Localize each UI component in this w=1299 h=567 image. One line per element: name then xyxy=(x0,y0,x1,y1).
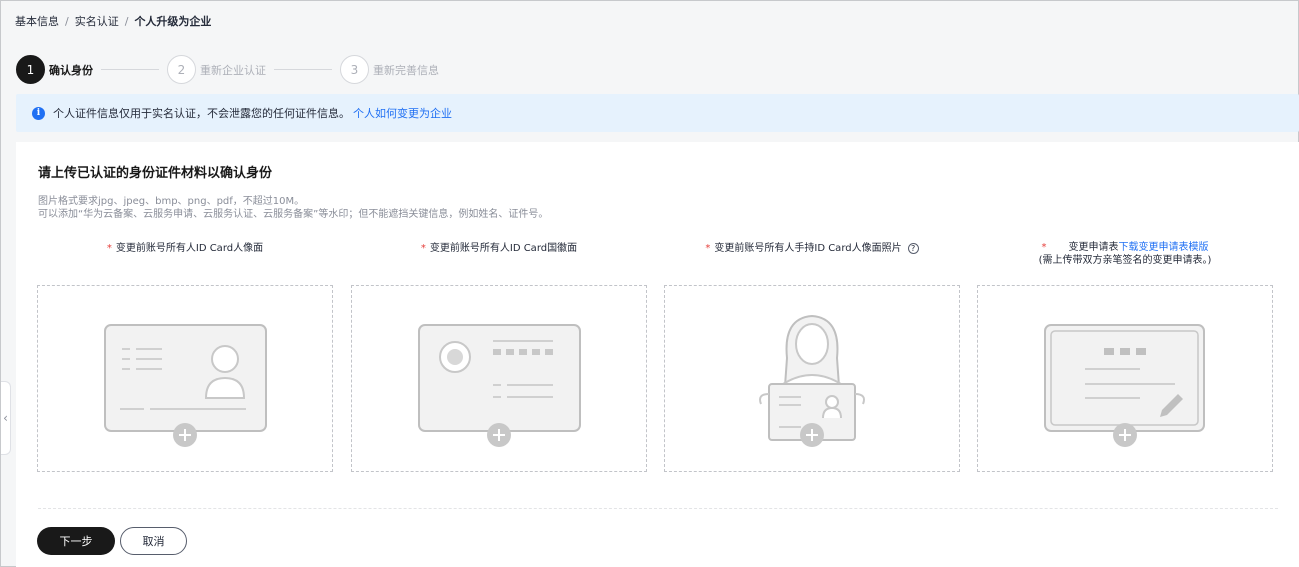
step-connector xyxy=(274,69,332,70)
step-label: 确认身份 xyxy=(49,63,93,77)
back-label-text: 变更前账号所有人ID Card国徽面 xyxy=(429,243,578,254)
step-3: 3 重新完善信息 xyxy=(340,55,439,84)
cancel-button[interactable]: 取消 xyxy=(120,527,187,555)
id-card-back-icon xyxy=(418,324,581,447)
hint-line: 图片格式要求jpg、jpeg、bmp、png、pdf，不超过10M。 xyxy=(38,196,305,207)
step-label: 重新企业认证 xyxy=(200,63,266,77)
handheld-label-text: 变更前账号所有人手持ID Card人像面照片 xyxy=(714,243,902,254)
breadcrumb-separator: / xyxy=(65,14,69,28)
next-button[interactable]: 下一步 xyxy=(37,527,115,555)
required-mark: * xyxy=(705,243,711,254)
upload-change-form[interactable] xyxy=(977,285,1273,472)
chevron-left-icon: ‹ xyxy=(3,411,8,425)
download-template-link[interactable]: 下载变更申请表模版 xyxy=(1119,242,1209,253)
form-label: * 变更申请表下载变更申请表模版 (需上传带双方亲笔签名的变更申请表。) xyxy=(977,241,1273,267)
document-icon xyxy=(1044,324,1205,447)
info-icon: i xyxy=(32,106,45,120)
divider xyxy=(38,508,1278,509)
front-label-text: 变更前账号所有人ID Card人像面 xyxy=(115,243,264,254)
step-connector xyxy=(101,69,159,70)
step-number: 3 xyxy=(340,55,369,84)
format-hint: 图片格式要求jpg、jpeg、bmp、png、pdf，不超过10M。 可以添加“… xyxy=(38,195,548,221)
step-1: 1 确认身份 xyxy=(16,55,93,84)
help-icon[interactable]: ? xyxy=(907,242,919,254)
form-label-text: 变更申请表 xyxy=(1068,242,1119,253)
upload-id-handheld[interactable] xyxy=(664,285,960,472)
required-mark: * xyxy=(420,243,426,254)
step-number: 2 xyxy=(167,55,196,84)
handheld-label: * 变更前账号所有人手持ID Card人像面照片? xyxy=(664,242,960,255)
step-2: 2 重新企业认证 xyxy=(167,55,266,84)
card-title: 请上传已认证的身份证件材料以确认身份 xyxy=(38,166,273,181)
breadcrumb-item-basic-info[interactable]: 基本信息 xyxy=(15,13,59,29)
step-label: 重新完善信息 xyxy=(373,63,439,77)
handheld-id-icon xyxy=(759,314,865,447)
upload-id-front[interactable] xyxy=(37,285,333,472)
upload-id-back[interactable] xyxy=(351,285,647,472)
required-mark: * xyxy=(1041,242,1047,253)
stepper: 1 确认身份 2 重新企业认证 3 重新完善信息 xyxy=(16,55,439,84)
breadcrumb: 基本信息 / 实名认证 / 个人升级为企业 xyxy=(15,13,211,29)
back-label: * 变更前账号所有人ID Card国徽面 xyxy=(351,242,647,255)
upload-card: 请上传已认证的身份证件材料以确认身份 图片格式要求jpg、jpeg、bmp、pn… xyxy=(16,142,1299,567)
id-card-front-icon xyxy=(104,324,267,447)
breadcrumb-item-current: 个人升级为企业 xyxy=(134,15,212,28)
step-number: 1 xyxy=(16,55,45,84)
front-label: * 变更前账号所有人ID Card人像面 xyxy=(37,242,333,255)
required-mark: * xyxy=(106,243,112,254)
notice-link[interactable]: 个人如何变更为企业 xyxy=(353,105,452,121)
breadcrumb-separator: / xyxy=(124,14,129,28)
notice-text: 个人证件信息仅用于实名认证，不会泄露您的任何证件信息。 xyxy=(53,107,350,120)
breadcrumb-item-realname[interactable]: 实名认证 xyxy=(75,13,119,29)
collapse-sidebar-handle[interactable]: ‹ xyxy=(1,381,11,455)
info-notice: i 个人证件信息仅用于实名认证，不会泄露您的任何证件信息。 个人如何变更为企业 xyxy=(16,94,1299,132)
hint-line: 可以添加“华为云备案、云服务申请、云服务认证、云服务备案”等水印；但不能遮挡关键… xyxy=(38,209,549,220)
form-note: (需上传带双方亲笔签名的变更申请表。) xyxy=(1038,255,1212,266)
